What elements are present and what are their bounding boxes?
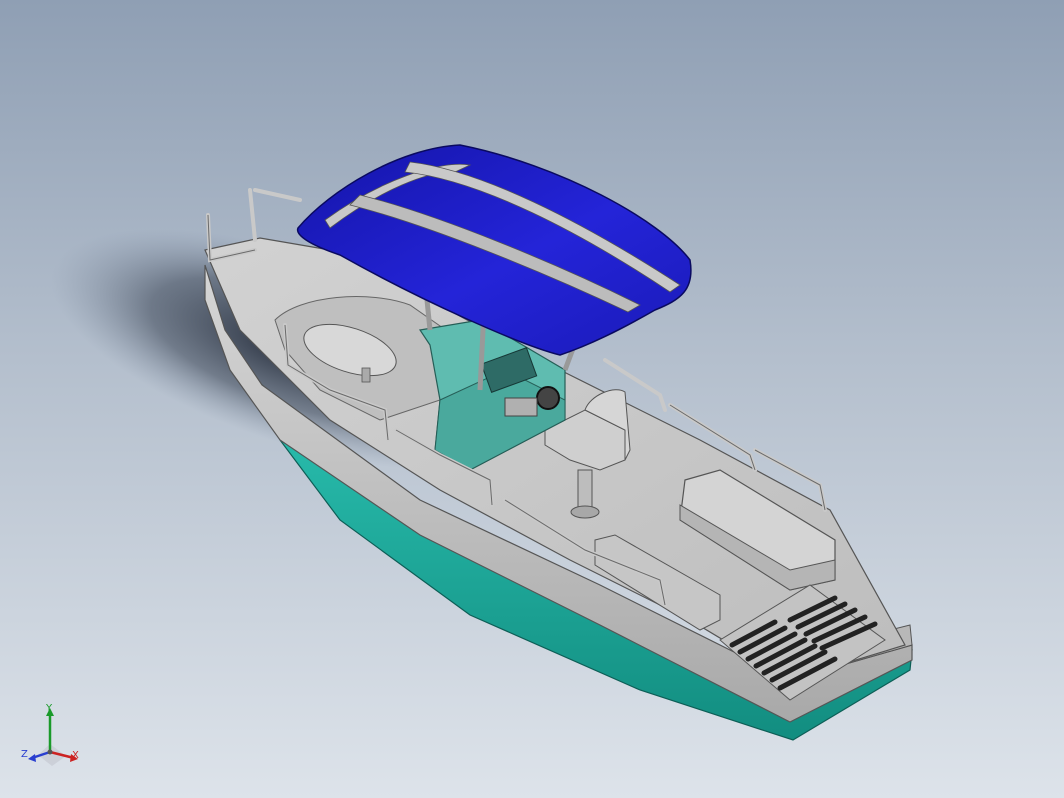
console-panel — [504, 397, 538, 417]
pedestal-base — [570, 505, 600, 519]
triad-x-label: X — [72, 750, 79, 761]
boat-model[interactable] — [0, 0, 1064, 798]
steering-wheel[interactable] — [536, 386, 560, 410]
triad-y-label: Y — [46, 703, 53, 714]
bow-table-leg — [361, 367, 371, 383]
coordinate-triad[interactable]: Y Z X — [18, 700, 88, 772]
triad-z-label: Z — [21, 749, 28, 760]
graphics-viewport[interactable]: Y Z X — [0, 0, 1064, 798]
triad-axes-icon — [28, 708, 78, 766]
